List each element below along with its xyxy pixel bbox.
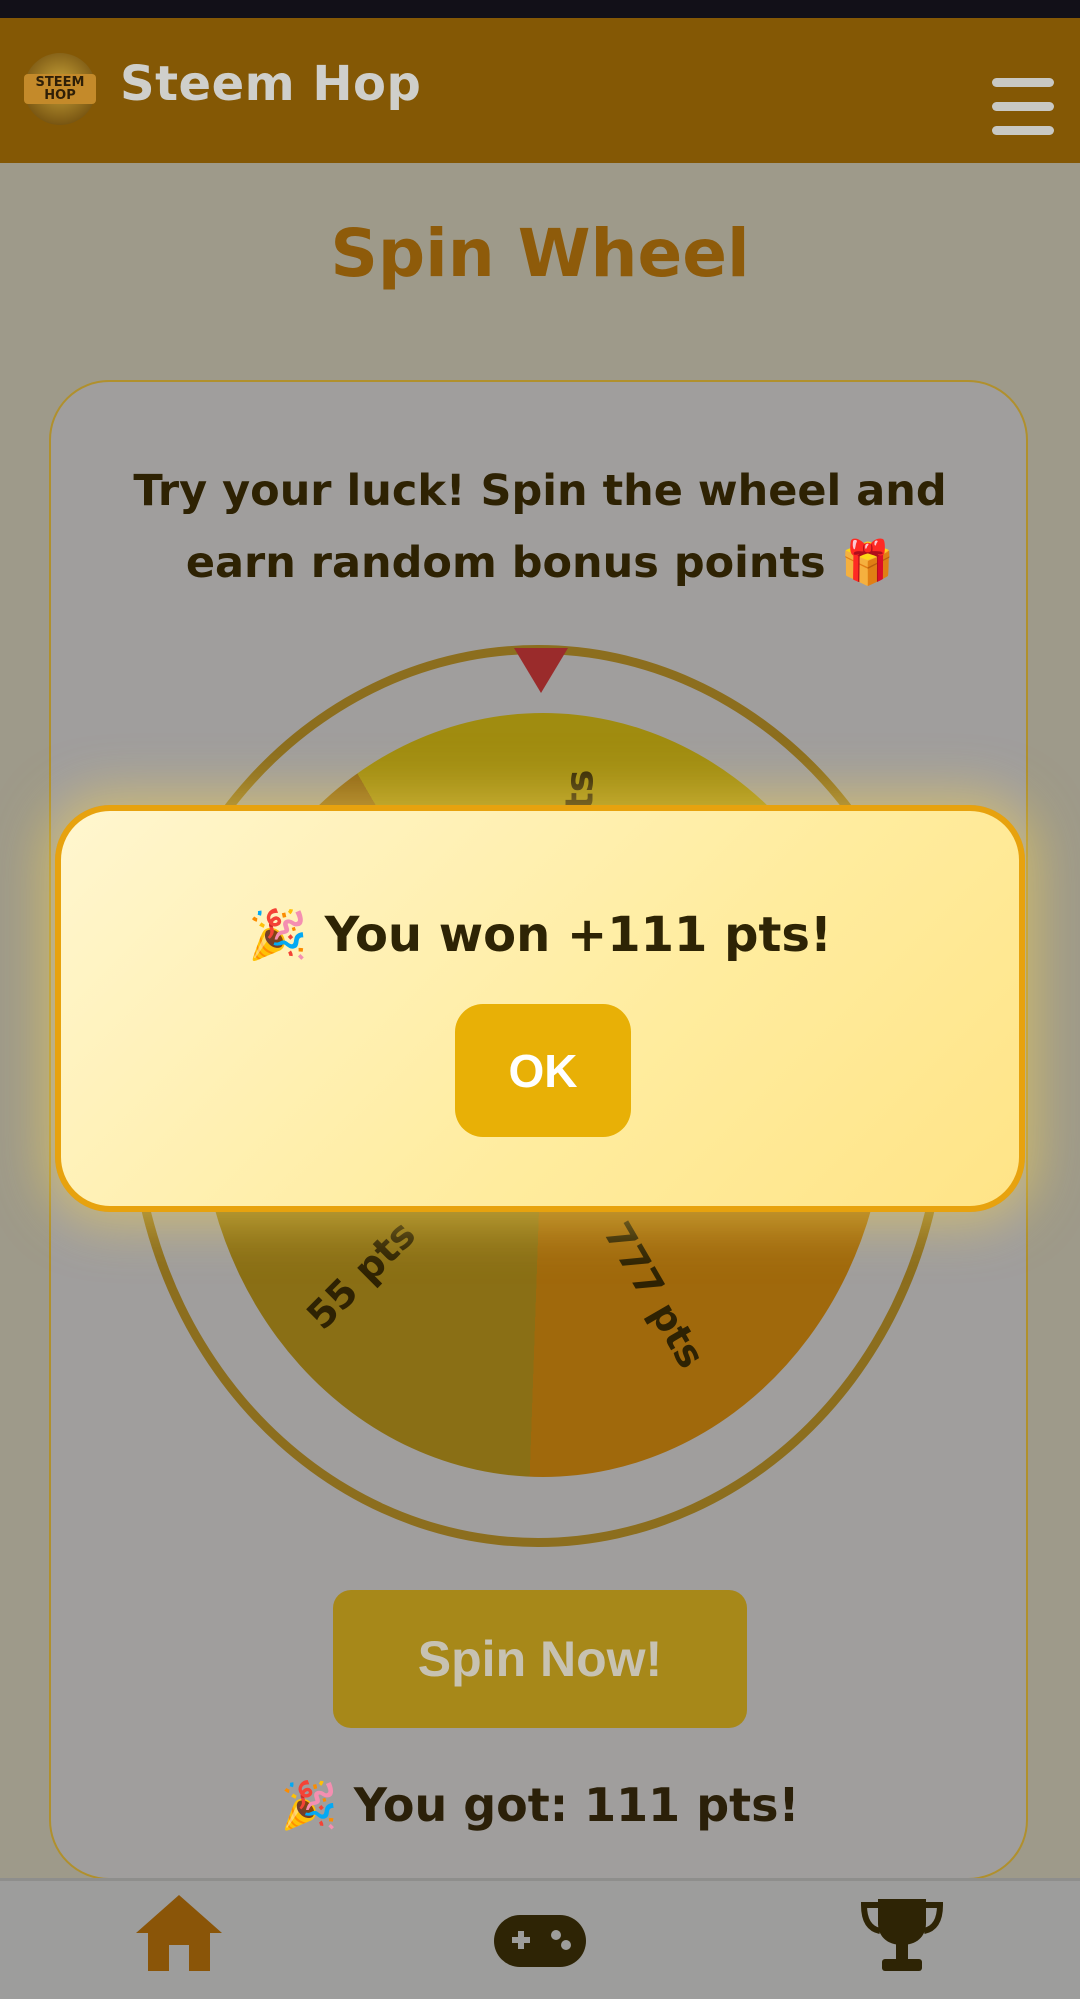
ok-button[interactable]: OK (455, 1004, 631, 1137)
win-message: 🎉 You won +111 pts! (248, 907, 832, 963)
win-dialog: 🎉 You won +111 pts! OK (55, 805, 1025, 1212)
